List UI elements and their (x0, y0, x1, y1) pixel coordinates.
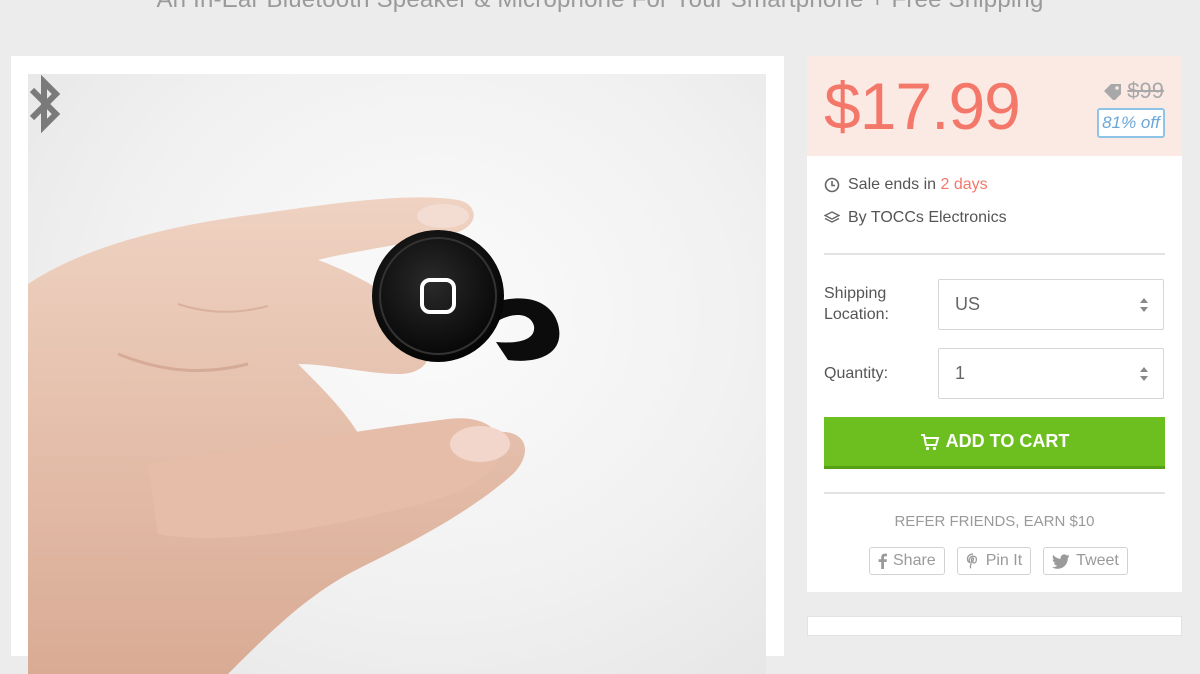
purchase-panel: Sale ends in 2 days By TOCCs Electronics… (807, 156, 1182, 592)
earpiece-in-hand-illustration (28, 197, 560, 674)
twitter-tweet-button[interactable]: Tweet (1043, 547, 1128, 575)
original-price: $99 (1127, 78, 1164, 103)
share-buttons: Share Pin It Tweet (869, 547, 1128, 575)
vendor-name[interactable]: By TOCCs Electronics (848, 209, 1007, 227)
product-photo[interactable] (28, 74, 766, 674)
pinterest-pin-button[interactable]: Pin It (956, 547, 1032, 575)
original-price-group: $99 (1103, 78, 1164, 104)
facebook-share-button[interactable]: Share (869, 547, 945, 575)
share-label: Share (893, 552, 936, 569)
shipping-location-select[interactable]: US (938, 279, 1164, 330)
quantity-label: Quantity: (824, 365, 889, 382)
refer-friends-link[interactable]: REFER FRIENDS, EARN $10 (824, 513, 1165, 530)
quantity-value: 1 (955, 363, 966, 383)
bluetooth-icon (29, 74, 61, 134)
next-section-card (807, 616, 1182, 636)
discount-badge: 81% off (1097, 108, 1165, 138)
twitter-icon (1052, 553, 1070, 569)
sale-ends-days: 2 days (940, 176, 988, 193)
clock-icon (824, 177, 840, 193)
vendor-row[interactable]: By TOCCs Electronics (824, 209, 1007, 227)
sale-price: $17.99 (824, 69, 1021, 143)
price-tag-icon (1104, 84, 1122, 100)
facebook-icon (878, 553, 887, 569)
sale-ends-row: Sale ends in 2 days (824, 176, 988, 194)
select-arrows-icon (1140, 366, 1148, 381)
product-image-card (11, 56, 784, 674)
price-box: $17.99 $99 81% off (807, 56, 1182, 156)
tweet-label: Tweet (1076, 552, 1119, 569)
divider (824, 492, 1165, 494)
shipping-location-label: Shipping Location: (824, 285, 889, 323)
layers-icon (824, 211, 840, 223)
add-to-cart-label: ADD TO CART (945, 431, 1070, 451)
cart-icon (920, 433, 939, 450)
pin-label: Pin It (985, 552, 1023, 569)
pinterest-icon (966, 553, 977, 569)
sale-ends-label: Sale ends in (848, 176, 941, 193)
add-to-cart-button[interactable]: ADD TO CART (824, 417, 1165, 469)
product-subtitle: An In-Ear Bluetooth Speaker & Microphone… (0, 0, 1200, 14)
select-arrows-icon (1140, 297, 1148, 312)
quantity-select[interactable]: 1 (938, 348, 1164, 399)
divider (824, 253, 1165, 255)
shipping-location-value: US (955, 294, 981, 314)
